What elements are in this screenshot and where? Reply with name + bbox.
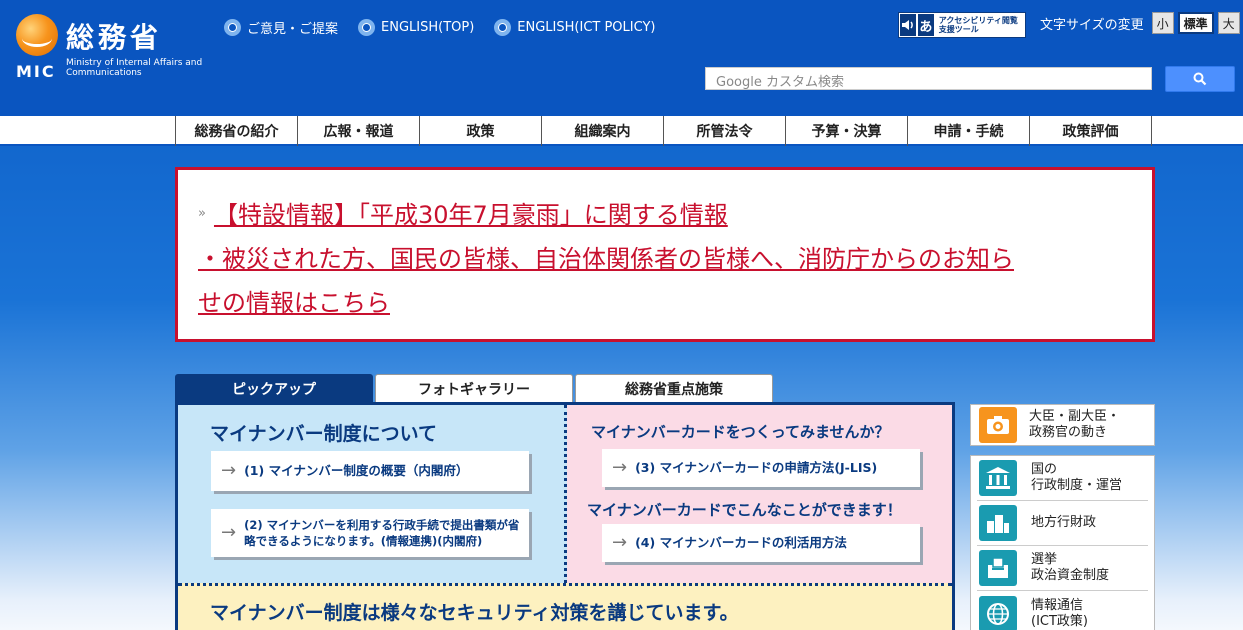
sidebar-item-administration[interactable]: 国の 行政制度・運営: [977, 456, 1148, 501]
notice-link-fdma-2[interactable]: せの情報はこちら: [198, 281, 1130, 325]
pickup-bottom-section: マイナンバー制度は様々なセキュリティ対策を講じています。: [178, 583, 952, 630]
font-size-large-button[interactable]: 大: [1217, 12, 1240, 34]
ballot-box-icon: [979, 550, 1017, 586]
label-line: 地方行財政: [1031, 515, 1097, 530]
font-size-switcher: 文字サイズの変更 小 標準 大: [1040, 12, 1240, 34]
site-logo[interactable]: 総務省 MIC Ministry of Internal Affairs and…: [16, 12, 206, 82]
nav-item-press[interactable]: 広報・報道: [298, 116, 420, 146]
city-buildings-icon: [979, 505, 1017, 541]
sidebar-item-elections[interactable]: 選挙 政治資金制度: [977, 546, 1148, 591]
nav-item-applications[interactable]: 申請・手続: [908, 116, 1030, 146]
label-line: 国の: [1031, 462, 1058, 477]
notice-link-fdma-1[interactable]: ・被災された方、国民の皆様、自治体関係者の皆様へ、消防庁からのお知ら: [198, 237, 1130, 281]
font-size-standard-button[interactable]: 標準: [1177, 12, 1214, 34]
top-link-label: ご意見・ご提案: [247, 22, 339, 37]
nav-item-evaluation[interactable]: 政策評価: [1030, 116, 1152, 146]
notice-link-heavy-rain[interactable]: » 【特設情報】「平成30年7月豪雨」に関する情報: [198, 192, 1130, 237]
minister-activities-label: 大臣・副大臣・ 政務官の動き: [1029, 409, 1120, 441]
accessibility-tool-button[interactable]: あ アクセシビリティ閲覧支援ツール: [898, 12, 1026, 38]
top-link-feedback[interactable]: ご意見・ご提案: [224, 18, 338, 37]
notice-marker: »: [198, 206, 206, 221]
sidebar-item-label: 情報通信 (ICT政策): [1031, 598, 1088, 630]
nav-item-organization[interactable]: 組織案内: [542, 116, 664, 146]
label-line: 選挙: [1031, 552, 1058, 567]
arrow-right-icon: →: [221, 522, 237, 543]
pickup-right-title-2: マイナンバーカードでこんなことができます！: [587, 501, 902, 519]
search-button[interactable]: [1165, 66, 1235, 92]
globe-icon: [979, 595, 1017, 630]
content-tabs: ピックアップ フォトギャラリー 総務省重点施策: [175, 374, 773, 402]
label-line: 政務官の動き: [1029, 425, 1108, 440]
global-nav: 総務省の紹介 広報・報道 政策 組織案内 所管法令 予算・決算 申請・手続 政策…: [0, 116, 1243, 146]
link-label: (2) マイナンバーを利用する行政手続で提出書類が省略できるようになります。(情…: [244, 518, 520, 548]
label-line: 政治資金制度: [1031, 568, 1110, 583]
font-size-small-button[interactable]: 小: [1151, 12, 1174, 34]
pickup-left-section: マイナンバー制度について → (1) マイナンバー制度の概要（内閣府） → (2…: [178, 405, 567, 583]
top-link-label: ENGLISH(TOP): [381, 20, 475, 35]
link-mynumber-overview[interactable]: → (1) マイナンバー制度の概要（内閣府）: [211, 451, 529, 491]
link-label: (1) マイナンバー制度の概要（内閣府）: [244, 463, 469, 478]
bullet-icon: [494, 19, 512, 36]
speaker-icon: [900, 14, 916, 36]
sidebar-item-label: 国の 行政制度・運営: [1031, 462, 1122, 494]
arrow-right-icon: →: [221, 460, 237, 481]
tab-photo-gallery[interactable]: フォトギャラリー: [375, 374, 573, 402]
label-line: 情報通信: [1031, 597, 1084, 613]
nav-item-about[interactable]: 総務省の紹介: [176, 116, 298, 146]
camera-icon: [979, 407, 1017, 443]
nav-item-laws[interactable]: 所管法令: [664, 116, 786, 146]
nav-item-budget[interactable]: 予算・決算: [786, 116, 908, 146]
hiragana-a-icon: あ: [918, 14, 934, 36]
arrow-right-icon: →: [612, 457, 628, 478]
link-mynumber-card-usage[interactable]: → (4) マイナンバーカードの利活用方法: [602, 524, 920, 562]
top-link-english-top[interactable]: ENGLISH(TOP): [358, 18, 474, 37]
pickup-left-title: マイナンバー制度について: [210, 423, 438, 445]
link-label: (3) マイナンバーカードの申請方法(J-LIS): [635, 460, 878, 475]
tab-key-policies[interactable]: 総務省重点施策: [575, 374, 773, 402]
top-links: ご意見・ご提案 ENGLISH(TOP) ENGLISH(ICT POLICY): [224, 18, 655, 37]
label-line: 行政制度・運営: [1031, 478, 1123, 493]
accessibility-tool-label: アクセシビリティ閲覧支援ツール: [938, 16, 1018, 34]
pickup-right-title-1: マイナンバーカードをつくってみませんか？: [591, 423, 890, 441]
link-mynumber-card-apply[interactable]: → (3) マイナンバーカードの申請方法(J-LIS): [602, 449, 920, 487]
logo-abbr: MIC: [16, 62, 56, 81]
mic-logo-icon: [16, 14, 58, 56]
search-icon: [1193, 72, 1207, 86]
pickup-bottom-title: マイナンバー制度は様々なセキュリティ対策を講じています。: [210, 602, 739, 624]
link-label: (4) マイナンバーカードの利活用方法: [635, 535, 847, 550]
disaster-notice: » 【特設情報】「平成30年7月豪雨」に関する情報 ・被災された方、国民の皆様、自…: [175, 167, 1155, 342]
sidebar-item-label: 選挙 政治資金制度: [1031, 552, 1109, 584]
policy-category-list: 国の 行政制度・運営 地方行財政 選挙 政治資金制度 情報通信 (ICT政策): [970, 455, 1155, 630]
logo-english: Ministry of Internal Affairs and Communi…: [66, 58, 203, 78]
pickup-panel: マイナンバー制度について → (1) マイナンバー制度の概要（内閣府） → (2…: [175, 402, 955, 630]
bullet-icon: [224, 19, 241, 36]
bullet-icon: [358, 19, 376, 36]
top-link-label: ENGLISH(ICT POLICY): [517, 20, 656, 35]
sidebar-item-local-finance[interactable]: 地方行財政: [977, 501, 1148, 546]
tab-pickup[interactable]: ピックアップ: [175, 374, 373, 402]
pickup-right-section: マイナンバーカードをつくってみませんか？ → (3) マイナンバーカードの申請方…: [567, 405, 952, 583]
government-building-icon: [979, 460, 1017, 496]
label-line: (ICT政策): [1031, 613, 1088, 629]
logo-name: 総務省: [66, 21, 163, 54]
sidebar-item-ict[interactable]: 情報通信 (ICT政策): [977, 591, 1148, 630]
arrow-right-icon: →: [612, 532, 628, 553]
minister-activities-link[interactable]: 大臣・副大臣・ 政務官の動き: [970, 404, 1155, 446]
search-input[interactable]: Google カスタム検索: [705, 67, 1152, 90]
top-link-english-ict[interactable]: ENGLISH(ICT POLICY): [494, 18, 655, 37]
label-line: 大臣・副大臣・: [1029, 409, 1121, 424]
site-header: 総務省 MIC Ministry of Internal Affairs and…: [0, 0, 1243, 116]
link-mynumber-info-linkage[interactable]: → (2) マイナンバーを利用する行政手続で提出書類が省略できるようになります。…: [211, 509, 529, 557]
nav-item-policy[interactable]: 政策: [420, 116, 542, 146]
font-size-label: 文字サイズの変更: [1040, 17, 1144, 33]
sidebar-item-label: 地方行財政: [1031, 515, 1096, 531]
notice-line-1: 【特設情報】「平成30年7月豪雨」に関する情報: [213, 201, 728, 229]
